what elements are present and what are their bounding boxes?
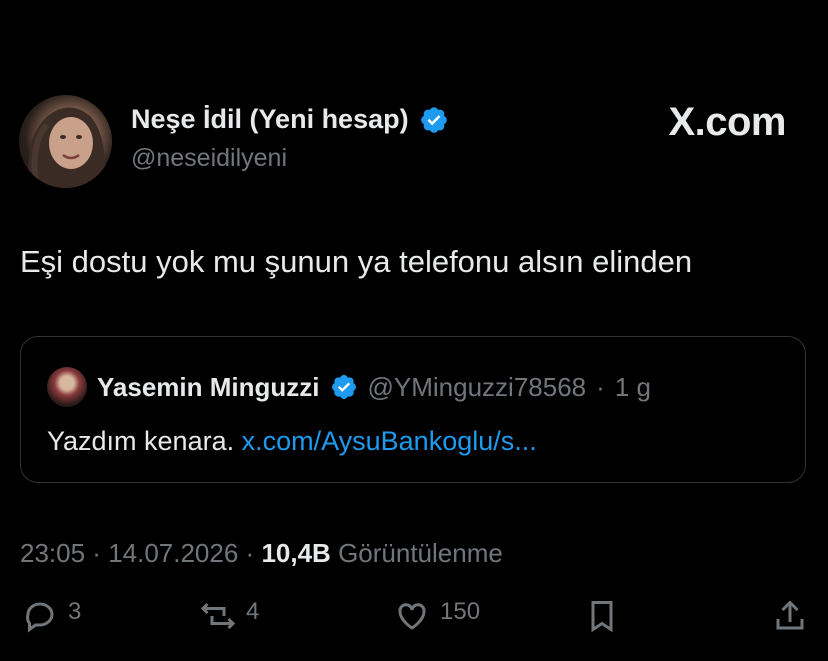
bookmark-button[interactable]: [584, 598, 620, 634]
share-button[interactable]: [772, 598, 808, 634]
action-bar: 3 4 150: [0, 598, 828, 633]
quoted-author-handle[interactable]: @YMinguzzi78568: [368, 372, 587, 403]
quoted-meta-separator: ·: [596, 371, 605, 402]
tweet-text: Eşi dostu yok mu şunun ya telefonu alsın…: [20, 244, 693, 279]
quoted-tweet-age[interactable]: 1 g: [615, 372, 651, 403]
quoted-tweet-text: Yazdım kenara. x.com/AysuBankoglu/s...: [47, 426, 537, 457]
quoted-author-avatar[interactable]: [47, 367, 87, 407]
view-count: 10,4B: [261, 538, 331, 568]
reply-count: 3: [68, 598, 82, 625]
author-avatar[interactable]: [19, 95, 112, 188]
like-count: 150: [440, 598, 481, 625]
view-count-label: Görüntülenme: [338, 538, 503, 568]
author-handle[interactable]: @neseidilyeni: [131, 144, 287, 173]
quoted-tweet-header: Yasemin Minguzzi @YMinguzzi78568 · 1 g: [47, 367, 651, 407]
x-brand-logo: X.com: [668, 100, 786, 144]
tweet-date[interactable]: 14.07.2026: [108, 538, 238, 568]
quoted-tweet-body: Yazdım kenara.: [47, 426, 235, 456]
verified-badge-icon: [331, 375, 356, 399]
reply-icon: [26, 602, 54, 633]
quoted-author-name[interactable]: Yasemin Minguzzi: [97, 372, 320, 403]
quoted-tweet-card[interactable]: Yasemin Minguzzi @YMinguzzi78568 · 1 g Y…: [20, 336, 806, 483]
bookmark-icon: [591, 601, 613, 633]
like-button[interactable]: 150: [394, 598, 480, 634]
reply-button[interactable]: 3: [22, 598, 81, 634]
meta-separator: ·: [238, 538, 262, 568]
meta-separator: ·: [85, 538, 109, 568]
share-icon: [776, 600, 804, 630]
repost-button[interactable]: 4: [200, 598, 259, 634]
author-name[interactable]: Neşe İdil (Yeni hesap): [131, 104, 409, 135]
author-name-row[interactable]: Neşe İdil (Yeni hesap): [131, 104, 449, 135]
verified-badge-icon: [420, 106, 447, 133]
tweet-time[interactable]: 23:05: [20, 538, 85, 568]
like-icon: [398, 603, 426, 630]
tweet-meta: 23:05 · 14.07.2026 · 10,4B Görüntülenme: [20, 538, 503, 569]
quoted-tweet-link[interactable]: x.com/AysuBankoglu/s...: [242, 426, 537, 456]
repost-count: 4: [246, 598, 260, 625]
avatar-photo: [28, 107, 105, 188]
repost-icon: [200, 602, 236, 630]
